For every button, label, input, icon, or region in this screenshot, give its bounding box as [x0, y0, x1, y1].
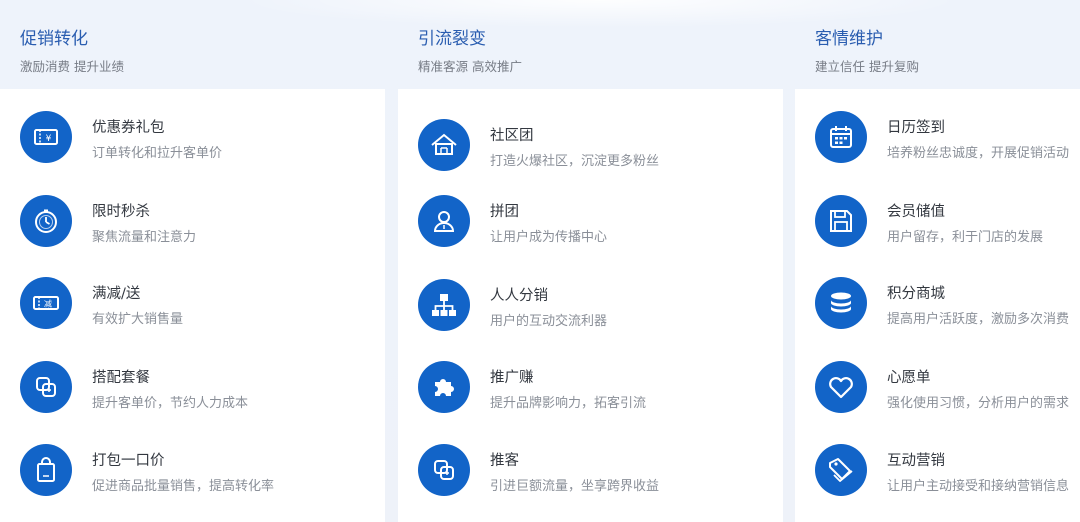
section-subtitle: 激励消费 提升业绩	[20, 59, 124, 74]
feature-name: 心愿单	[887, 370, 931, 386]
svg-text:¥: ¥	[46, 134, 52, 144]
feature-name: 搭配套餐	[92, 370, 150, 386]
user-icon	[418, 195, 470, 247]
feature-item-discount[interactable]: 减 满减/送 有效扩大销售量	[20, 277, 380, 331]
feature-desc: 让用户主动接受和接纳营销信息	[887, 479, 1070, 494]
feature-desc: 培养粉丝忠诚度，开展促销活动	[887, 146, 1070, 161]
save-icon	[815, 195, 867, 247]
share-icon	[418, 444, 470, 496]
discount-ticket-icon: 减	[20, 277, 72, 329]
feature-desc: 提高用户活跃度，激励多次消费	[887, 312, 1070, 327]
feature-item-bundle[interactable]: 搭配套餐 提升客单价，节约人力成本	[20, 361, 380, 415]
community-icon	[418, 119, 470, 171]
feature-card: 社区团 打造火爆社区，沉淀更多粉丝 拼团 让用户成为传播中心 人人分销 用户的互…	[398, 89, 783, 522]
feature-item-promoter[interactable]: 推客 引进巨额流量，坐享跨界收益	[418, 444, 778, 498]
feature-name: 推广赚	[490, 370, 534, 386]
section-traffic: 引流裂变 精准客源 高效推广 社区团 打造火爆社区，沉淀更多粉丝 拼团 让用户成…	[398, 0, 783, 522]
section-customer-care: 客情维护 建立信任 提升复购 日历签到 培养粉丝忠诚度，开展促销活动 会员储值 …	[795, 0, 1080, 522]
feature-desc: 打造火爆社区，沉淀更多粉丝	[490, 154, 660, 169]
feature-name: 限时秒杀	[92, 204, 150, 220]
section-header: 客情维护 建立信任 提升复购	[815, 27, 919, 75]
feature-item-community[interactable]: 社区团 打造火爆社区，沉淀更多粉丝	[418, 119, 778, 173]
feature-desc: 聚焦流量和注意力	[92, 230, 197, 245]
svg-text:减: 减	[44, 299, 52, 309]
feature-name: 日历签到	[887, 120, 945, 136]
section-subtitle: 精准客源 高效推广	[418, 59, 522, 74]
feature-item-promote-earn[interactable]: 推广赚 提升品牌影响力，拓客引流	[418, 361, 778, 415]
tags-icon	[815, 444, 867, 496]
feature-item-interactive-marketing[interactable]: 互动营销 让用户主动接受和接纳营销信息	[815, 444, 1080, 498]
coupon-icon: ¥	[20, 111, 72, 163]
feature-desc: 让用户成为传播中心	[490, 230, 608, 245]
feature-desc: 促进商品批量销售，提高转化率	[92, 479, 275, 494]
feature-item-package-price[interactable]: 打包一口价 促进商品批量销售，提高转化率	[20, 444, 380, 498]
section-title: 引流裂变	[418, 29, 486, 49]
feature-item-flash-sale[interactable]: 限时秒杀 聚焦流量和注意力	[20, 195, 380, 249]
feature-desc: 强化使用习惯，分析用户的需求	[887, 396, 1070, 411]
feature-name: 推客	[490, 453, 519, 469]
feature-item-points-mall[interactable]: 积分商城 提高用户活跃度，激励多次消费	[815, 277, 1080, 331]
heart-icon	[815, 361, 867, 413]
section-subtitle: 建立信任 提升复购	[815, 59, 919, 74]
feature-desc: 提升客单价，节约人力成本	[92, 396, 249, 411]
feature-item-checkin[interactable]: 日历签到 培养粉丝忠诚度，开展促销活动	[815, 111, 1080, 165]
feature-name: 满减/送	[92, 286, 141, 302]
shopping-bag-icon	[20, 444, 72, 496]
feature-name: 优惠券礼包	[92, 120, 165, 136]
feature-name: 积分商城	[887, 286, 945, 302]
feature-item-group-buy[interactable]: 拼团 让用户成为传播中心	[418, 195, 778, 249]
feature-desc: 订单转化和拉升客单价	[92, 146, 223, 161]
feature-name: 打包一口价	[92, 453, 165, 469]
section-header: 促销转化 激励消费 提升业绩	[20, 27, 124, 75]
bundle-icon	[20, 361, 72, 413]
feature-desc: 引进巨额流量，坐享跨界收益	[490, 479, 660, 494]
feature-desc: 有效扩大销售量	[92, 312, 184, 327]
calendar-icon	[815, 111, 867, 163]
puzzle-icon	[418, 361, 470, 413]
feature-name: 社区团	[490, 128, 534, 144]
feature-item-member-deposit[interactable]: 会员储值 用户留存，利于门店的发展	[815, 195, 1080, 249]
coins-icon	[815, 277, 867, 329]
feature-name: 互动营销	[887, 453, 945, 469]
network-icon	[418, 279, 470, 331]
feature-item-coupon[interactable]: ¥ 优惠券礼包 订单转化和拉升客单价	[20, 111, 380, 165]
feature-card: ¥ 优惠券礼包 订单转化和拉升客单价 限时秒杀 聚焦流量和注意力 减 满减/送 …	[0, 89, 385, 522]
feature-desc: 用户的互动交流利器	[490, 314, 608, 329]
feature-desc: 用户留存，利于门店的发展	[887, 230, 1044, 245]
feature-item-wishlist[interactable]: 心愿单 强化使用习惯，分析用户的需求	[815, 361, 1080, 415]
feature-name: 人人分销	[490, 288, 548, 304]
stopwatch-icon	[20, 195, 72, 247]
feature-name: 拼团	[490, 204, 519, 220]
feature-desc: 提升品牌影响力，拓客引流	[490, 396, 647, 411]
feature-item-distribution[interactable]: 人人分销 用户的互动交流利器	[418, 279, 778, 333]
section-header: 引流裂变 精准客源 高效推广	[418, 27, 522, 75]
feature-name: 会员储值	[887, 204, 945, 220]
section-title: 客情维护	[815, 29, 883, 49]
section-promotion: 促销转化 激励消费 提升业绩 ¥ 优惠券礼包 订单转化和拉升客单价 限时秒杀 聚…	[0, 0, 385, 522]
section-title: 促销转化	[20, 29, 88, 49]
feature-card: 日历签到 培养粉丝忠诚度，开展促销活动 会员储值 用户留存，利于门店的发展 积分…	[795, 89, 1080, 522]
